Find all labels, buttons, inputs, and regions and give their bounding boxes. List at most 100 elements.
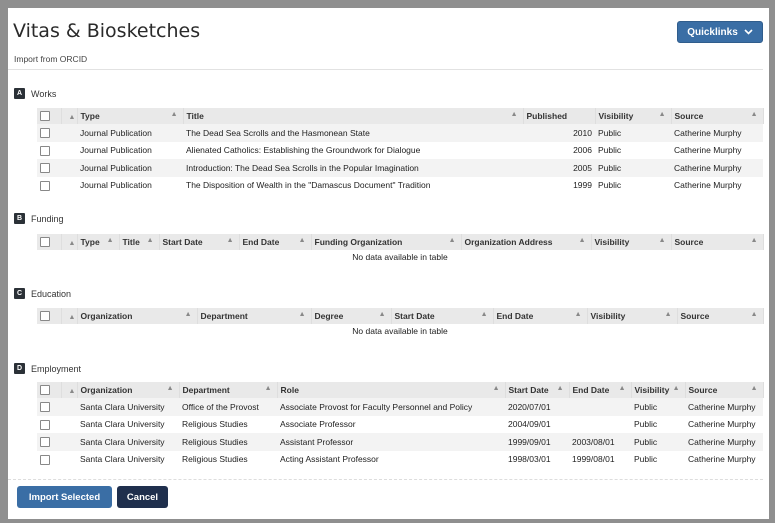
section-works-heading: A Works [14, 88, 56, 99]
column-header-degree[interactable]: Degree ▲ [311, 308, 392, 324]
row-checkbox[interactable] [37, 159, 61, 177]
table-row[interactable]: Santa Clara University Office of the Pro… [37, 398, 763, 416]
table-row[interactable]: Journal Publication Alienated Catholics:… [37, 141, 763, 159]
row-checkbox[interactable] [37, 433, 61, 451]
import-orcid-page: Vitas & Biosketches Import from ORCID Qu… [8, 8, 769, 519]
cancel-button[interactable]: Cancel [117, 486, 168, 508]
column-header-type[interactable]: Type ▲ [77, 108, 184, 124]
checkbox-icon[interactable] [40, 180, 50, 191]
column-header-end-date[interactable]: End Date ▲ [493, 308, 588, 324]
sort-column[interactable]: ▲ [61, 234, 78, 250]
select-all-checkbox[interactable] [37, 234, 62, 250]
row-checkbox[interactable] [37, 450, 61, 468]
cell-start-date: 2004/09/01 [505, 415, 569, 433]
column-header-visibility[interactable]: Visibility ▲ [595, 108, 672, 124]
column-header-organization[interactable]: Organization ▲ [77, 308, 198, 324]
row-checkbox[interactable] [37, 415, 61, 433]
cell-visibility: Public [631, 398, 685, 416]
column-header-organization[interactable]: Organization ▲ [77, 382, 180, 398]
cell-organization: Santa Clara University [77, 433, 179, 451]
column-header-funding-organization[interactable]: Funding Organization ▲ [311, 234, 462, 250]
cell-role: Associate Provost for Faculty Personnel … [277, 398, 505, 416]
column-header-type[interactable]: Type ▲ [77, 234, 120, 250]
column-header-visibility[interactable]: Visibility ▲ [591, 234, 672, 250]
section-label: Works [31, 88, 57, 99]
column-header-end-date[interactable]: End Date ▲ [569, 382, 632, 398]
column-header-start-date[interactable]: Start Date ▲ [505, 382, 570, 398]
column-header-source[interactable]: Source ▲ [685, 382, 764, 398]
cell-source: Catherine Murphy [671, 124, 763, 142]
sort-caret-icon: ▲ [556, 385, 564, 392]
chevron-down-icon [744, 29, 753, 35]
cell-source: Catherine Murphy [685, 398, 763, 416]
checkbox-icon[interactable] [40, 145, 50, 156]
cell-visibility: Public [631, 415, 685, 433]
column-header-source[interactable]: Source ▲ [671, 108, 764, 124]
sort-column[interactable]: ▲ [61, 382, 78, 398]
sort-caret-icon: ▲ [166, 385, 174, 392]
cell-type: Journal Publication [77, 141, 183, 159]
select-all-checkbox[interactable] [37, 308, 62, 324]
funding-table: ▲ Type ▲ Title ▲ Start Date ▲ End Date ▲ Fun… [37, 234, 764, 264]
cell-end-date: 2003/08/01 [569, 433, 631, 451]
sort-caret-icon: ▲ [184, 311, 192, 318]
cell-role: Associate Professor [277, 415, 505, 433]
table-row[interactable]: Journal Publication The Dead Sea Scrolls… [37, 124, 763, 142]
table-row[interactable]: Santa Clara University Religious Studies… [37, 450, 763, 468]
sort-caret-icon: ▲ [68, 240, 76, 247]
column-header-department[interactable]: Department ▲ [197, 308, 312, 324]
import-selected-button[interactable]: Import Selected [17, 486, 112, 508]
checkbox-icon[interactable] [40, 111, 50, 122]
sort-caret-icon: ▲ [264, 385, 272, 392]
checkbox-icon[interactable] [40, 163, 50, 174]
select-all-checkbox[interactable] [37, 108, 62, 124]
column-header-role[interactable]: Role ▲ [277, 382, 506, 398]
column-header-start-date[interactable]: Start Date ▲ [391, 308, 494, 324]
table-row[interactable]: Journal Publication Introduction: The De… [37, 159, 763, 177]
cell-source: Catherine Murphy [671, 159, 763, 177]
checkbox-icon[interactable] [40, 419, 50, 430]
column-header-visibility[interactable]: Visibility ▲ [631, 382, 686, 398]
sort-caret-icon: ▲ [226, 237, 234, 244]
checkbox-icon[interactable] [40, 385, 50, 396]
column-header-start-date[interactable]: Start Date ▲ [159, 234, 240, 250]
checkbox-icon[interactable] [40, 437, 50, 448]
cell-organization: Santa Clara University [77, 450, 179, 468]
section-education-heading: C Education [14, 288, 71, 299]
page-title: Vitas & Biosketches [13, 20, 201, 42]
column-header-visibility[interactable]: Visibility ▲ [587, 308, 678, 324]
cell-visibility: Public [595, 159, 671, 177]
sort-caret-icon: ▲ [578, 237, 586, 244]
table-header-row: ▲ Organization ▲ Department ▲ Degree ▲ Star… [37, 308, 764, 324]
empty-row: No data available in table [37, 324, 763, 338]
sort-caret-icon: ▲ [68, 314, 76, 321]
checkbox-icon[interactable] [40, 311, 50, 322]
table-row[interactable]: Journal Publication The Disposition of W… [37, 176, 763, 194]
column-header-organization-address[interactable]: Organization Address ▲ [461, 234, 592, 250]
select-all-checkbox[interactable] [37, 382, 62, 398]
column-header-title[interactable]: Title ▲ [183, 108, 524, 124]
checkbox-icon[interactable] [40, 454, 50, 465]
cell-type: Journal Publication [77, 124, 183, 142]
sort-caret-icon: ▲ [664, 311, 672, 318]
checkbox-icon[interactable] [40, 402, 50, 413]
column-header-source[interactable]: Source ▲ [677, 308, 764, 324]
row-checkbox[interactable] [37, 141, 61, 159]
row-checkbox[interactable] [37, 176, 61, 194]
quicklinks-button[interactable]: Quicklinks [677, 21, 763, 43]
column-header-source[interactable]: Source ▲ [671, 234, 764, 250]
table-row[interactable]: Santa Clara University Religious Studies… [37, 433, 763, 451]
sort-column[interactable]: ▲ [61, 308, 78, 324]
column-header-published[interactable]: Published [523, 108, 596, 124]
empty-row: No data available in table [37, 250, 763, 264]
checkbox-icon[interactable] [40, 128, 50, 139]
sort-column[interactable]: ▲ [61, 108, 78, 124]
section-badge: C [14, 288, 25, 299]
column-header-department[interactable]: Department ▲ [179, 382, 278, 398]
column-header-title[interactable]: Title ▲ [119, 234, 160, 250]
checkbox-icon[interactable] [40, 237, 50, 248]
column-header-end-date[interactable]: End Date ▲ [239, 234, 312, 250]
table-row[interactable]: Santa Clara University Religious Studies… [37, 415, 763, 433]
row-checkbox[interactable] [37, 398, 61, 416]
row-checkbox[interactable] [37, 124, 61, 142]
